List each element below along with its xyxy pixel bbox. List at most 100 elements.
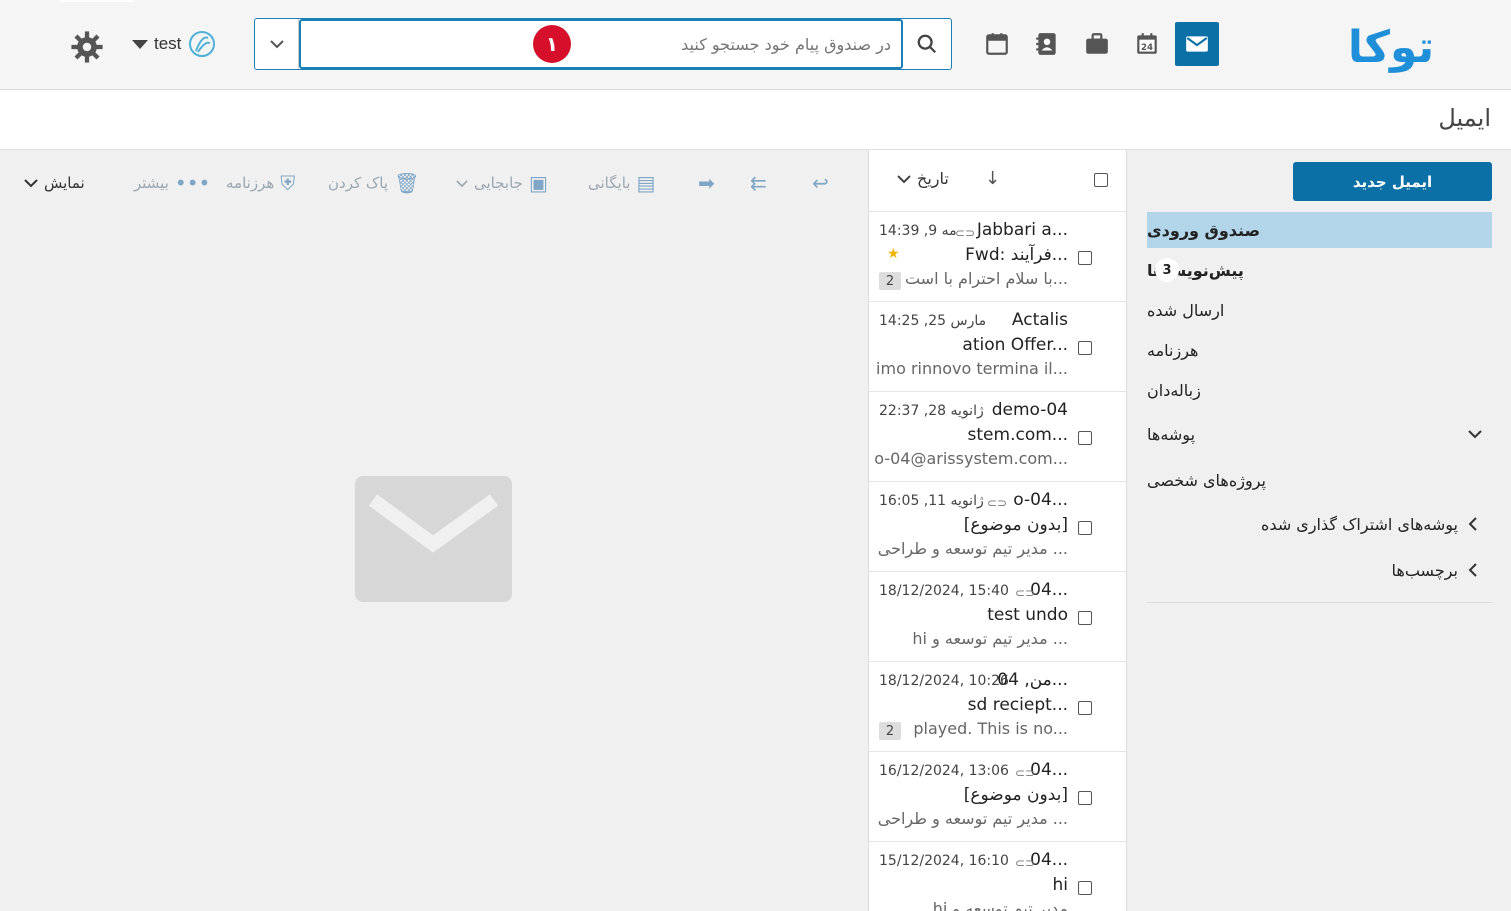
message-row[interactable]: o-04... ژانویه 11, 16:05 ⊂⊃ [بدون موضوع] مدی… xyxy=(869,482,1126,572)
message-date: ژانویه 28, 22:37 xyxy=(879,403,984,419)
message-sender: Actalis xyxy=(1011,310,1068,330)
chevron-left-icon[interactable] xyxy=(1468,517,1478,531)
folder-label: زباله‌دان xyxy=(1147,380,1201,400)
message-subject: test undo xyxy=(987,605,1068,625)
top-bar: توکا 24 ۱ test xyxy=(0,0,1511,90)
message-preview: hi مدیر تیم توسعه و ... xyxy=(912,629,1068,648)
more-label: بیشتر xyxy=(134,174,169,192)
message-date: مه 9, 14:39 xyxy=(879,223,957,239)
sort-by-dropdown[interactable]: تاریخ xyxy=(897,169,949,188)
calendar-app-button[interactable] xyxy=(975,22,1019,66)
folder-trash[interactable]: زباله‌دان xyxy=(1147,372,1492,408)
contacts-icon xyxy=(1036,33,1056,55)
message-sender: 04... xyxy=(1030,850,1068,870)
folder-drafts[interactable]: پیش‌نویس‌ها 3 xyxy=(1147,252,1492,288)
message-subject: [بدون موضوع] xyxy=(963,785,1068,805)
folder-sent[interactable]: ارسال شده xyxy=(1147,292,1492,328)
app-logo[interactable]: توکا xyxy=(1333,16,1449,78)
folder-group-shared[interactable]: پوشه‌های اشتراک گذاری شده xyxy=(1147,506,1492,542)
view-dropdown[interactable]: نمایش xyxy=(24,166,85,200)
folder-label: ارسال شده xyxy=(1147,300,1225,320)
archive-button[interactable]: ▤ بایگانی xyxy=(588,166,655,200)
folder-spam[interactable]: هرزنامه xyxy=(1147,332,1492,368)
forward-icon: ➡ xyxy=(698,171,715,195)
message-checkbox[interactable] xyxy=(1078,251,1092,265)
chevron-down-icon[interactable] xyxy=(1468,428,1482,440)
mail-app-button[interactable] xyxy=(1175,22,1219,66)
folder-personal-projects[interactable]: پروژه‌های شخصی xyxy=(1147,462,1492,498)
user-menu[interactable]: test xyxy=(132,28,217,60)
message-checkbox[interactable] xyxy=(1078,521,1092,535)
thread-count-badge: 2 xyxy=(879,722,901,740)
message-checkbox[interactable] xyxy=(1078,431,1092,445)
new-email-button[interactable]: ایمیل جدید xyxy=(1293,162,1492,201)
message-sender: demo-04 xyxy=(991,400,1068,420)
message-checkbox[interactable] xyxy=(1078,791,1092,805)
reply-all-icon: ⇇ xyxy=(750,171,767,195)
move-button[interactable]: ▣ جابجایی xyxy=(456,166,548,200)
message-subject: sd reciept... xyxy=(967,695,1068,715)
delete-button[interactable]: 🗑 پاک کردن xyxy=(328,166,419,200)
folder-label: پروژه‌های شخصی xyxy=(1147,470,1266,490)
message-list: ↓ تاریخ Jabbari a... مه 9, 14:39 ⊂⊃ Fwd: فر… xyxy=(868,150,1127,911)
contacts-app-button[interactable] xyxy=(1025,22,1069,66)
select-all-checkbox[interactable] xyxy=(1094,173,1108,187)
chevron-left-icon[interactable] xyxy=(1468,563,1478,577)
briefcase-icon xyxy=(1086,33,1108,54)
chevron-down-icon xyxy=(897,174,911,183)
message-preview: مدیر تیم توسعه و طراحی ... xyxy=(877,809,1068,828)
trash-icon: 🗑 xyxy=(394,171,420,195)
calendar-icon xyxy=(986,33,1008,55)
message-row[interactable]: demo-04 ژانویه 28, 22:37 stem.com... o-04@a… xyxy=(869,392,1126,482)
calendar-24-app-button[interactable]: 24 xyxy=(1125,22,1169,66)
message-checkbox[interactable] xyxy=(1078,611,1092,625)
message-row[interactable]: 04... 18/12/2024, 15:40 ⊂⊃ test undo hi مدیر… xyxy=(869,572,1126,662)
forward-button[interactable]: ➡ xyxy=(698,166,715,200)
page-header: ایمیل xyxy=(0,90,1511,150)
more-button[interactable]: ••• بیشتر xyxy=(134,166,210,200)
search-options-dropdown[interactable] xyxy=(255,19,299,69)
svg-text:24: 24 xyxy=(1141,43,1153,53)
search-button[interactable] xyxy=(902,19,951,69)
message-preview: با سلام احترام با است... xyxy=(904,269,1068,288)
message-row[interactable]: 04... 16/12/2024, 13:06 ⊂⊃ [بدون موضوع] مدیر… xyxy=(869,752,1126,842)
message-row[interactable]: Jabbari a... مه 9, 14:39 ⊂⊃ Fwd: فرآیند... ب… xyxy=(869,212,1126,302)
search-icon xyxy=(917,34,936,54)
message-subject: Fwd: فرآیند... xyxy=(965,245,1068,265)
folder-group-folders[interactable]: پوشه‌ها xyxy=(1147,416,1492,452)
message-row[interactable]: 04... 15/12/2024, 16:10 ⊂⊃ hi hi مدیر تیم تو… xyxy=(869,842,1126,911)
chevron-down-icon xyxy=(456,179,468,187)
message-row[interactable]: من, 04... 18/12/2024, 10:26 sd reciept... p… xyxy=(869,662,1126,752)
shield-icon: ⛨ xyxy=(280,171,296,195)
message-date: 18/12/2024, 15:40 xyxy=(879,583,1009,599)
message-toolbar: ↩ ⇇ ➡ ▤ بایگانی ▣ جابجایی 🗑 پاک کردن ⛨ ه… xyxy=(0,166,867,200)
archive-label: بایگانی xyxy=(588,174,631,192)
settings-gear-icon[interactable] xyxy=(70,30,104,64)
message-date: 16/12/2024, 13:06 xyxy=(879,763,1009,779)
message-preview: o-04@arissystem.com... xyxy=(874,449,1068,468)
message-preview: مدیر تیم توسعه و طراحی ... xyxy=(877,539,1068,558)
message-date: مارس 25, 14:25 xyxy=(879,313,987,329)
search-input[interactable] xyxy=(299,19,903,69)
reply-button[interactable]: ↩ xyxy=(812,166,829,200)
message-sender: 04... xyxy=(1030,580,1068,600)
unread-count-badge: 3 xyxy=(1155,258,1179,282)
message-row[interactable]: Actalis مارس 25, 14:25 ation Offer... imo r… xyxy=(869,302,1126,392)
delete-label: پاک کردن xyxy=(328,174,389,192)
message-checkbox[interactable] xyxy=(1078,881,1092,895)
username: test xyxy=(154,34,182,53)
folder-group-labels[interactable]: برچسب‌ها xyxy=(1147,552,1492,588)
folder-inbox[interactable]: صندوق ورودی xyxy=(1147,212,1492,248)
reply-all-button[interactable]: ⇇ xyxy=(750,166,767,200)
message-checkbox[interactable] xyxy=(1078,341,1092,355)
message-checkbox[interactable] xyxy=(1078,701,1092,715)
projects-app-button[interactable] xyxy=(1075,22,1119,66)
spam-button[interactable]: ⛨ هرزنامه xyxy=(226,166,295,200)
calendar-24-icon: 24 xyxy=(1137,33,1157,54)
folder-label: پوشه‌ها xyxy=(1147,424,1196,444)
star-icon[interactable]: ★ xyxy=(887,246,900,262)
sort-direction-arrow-icon[interactable]: ↓ xyxy=(985,168,1000,189)
search-bar: ۱ xyxy=(254,18,952,70)
attachment-icon: ⊂⊃ xyxy=(955,226,976,240)
folder-move-icon: ▣ xyxy=(528,171,548,195)
